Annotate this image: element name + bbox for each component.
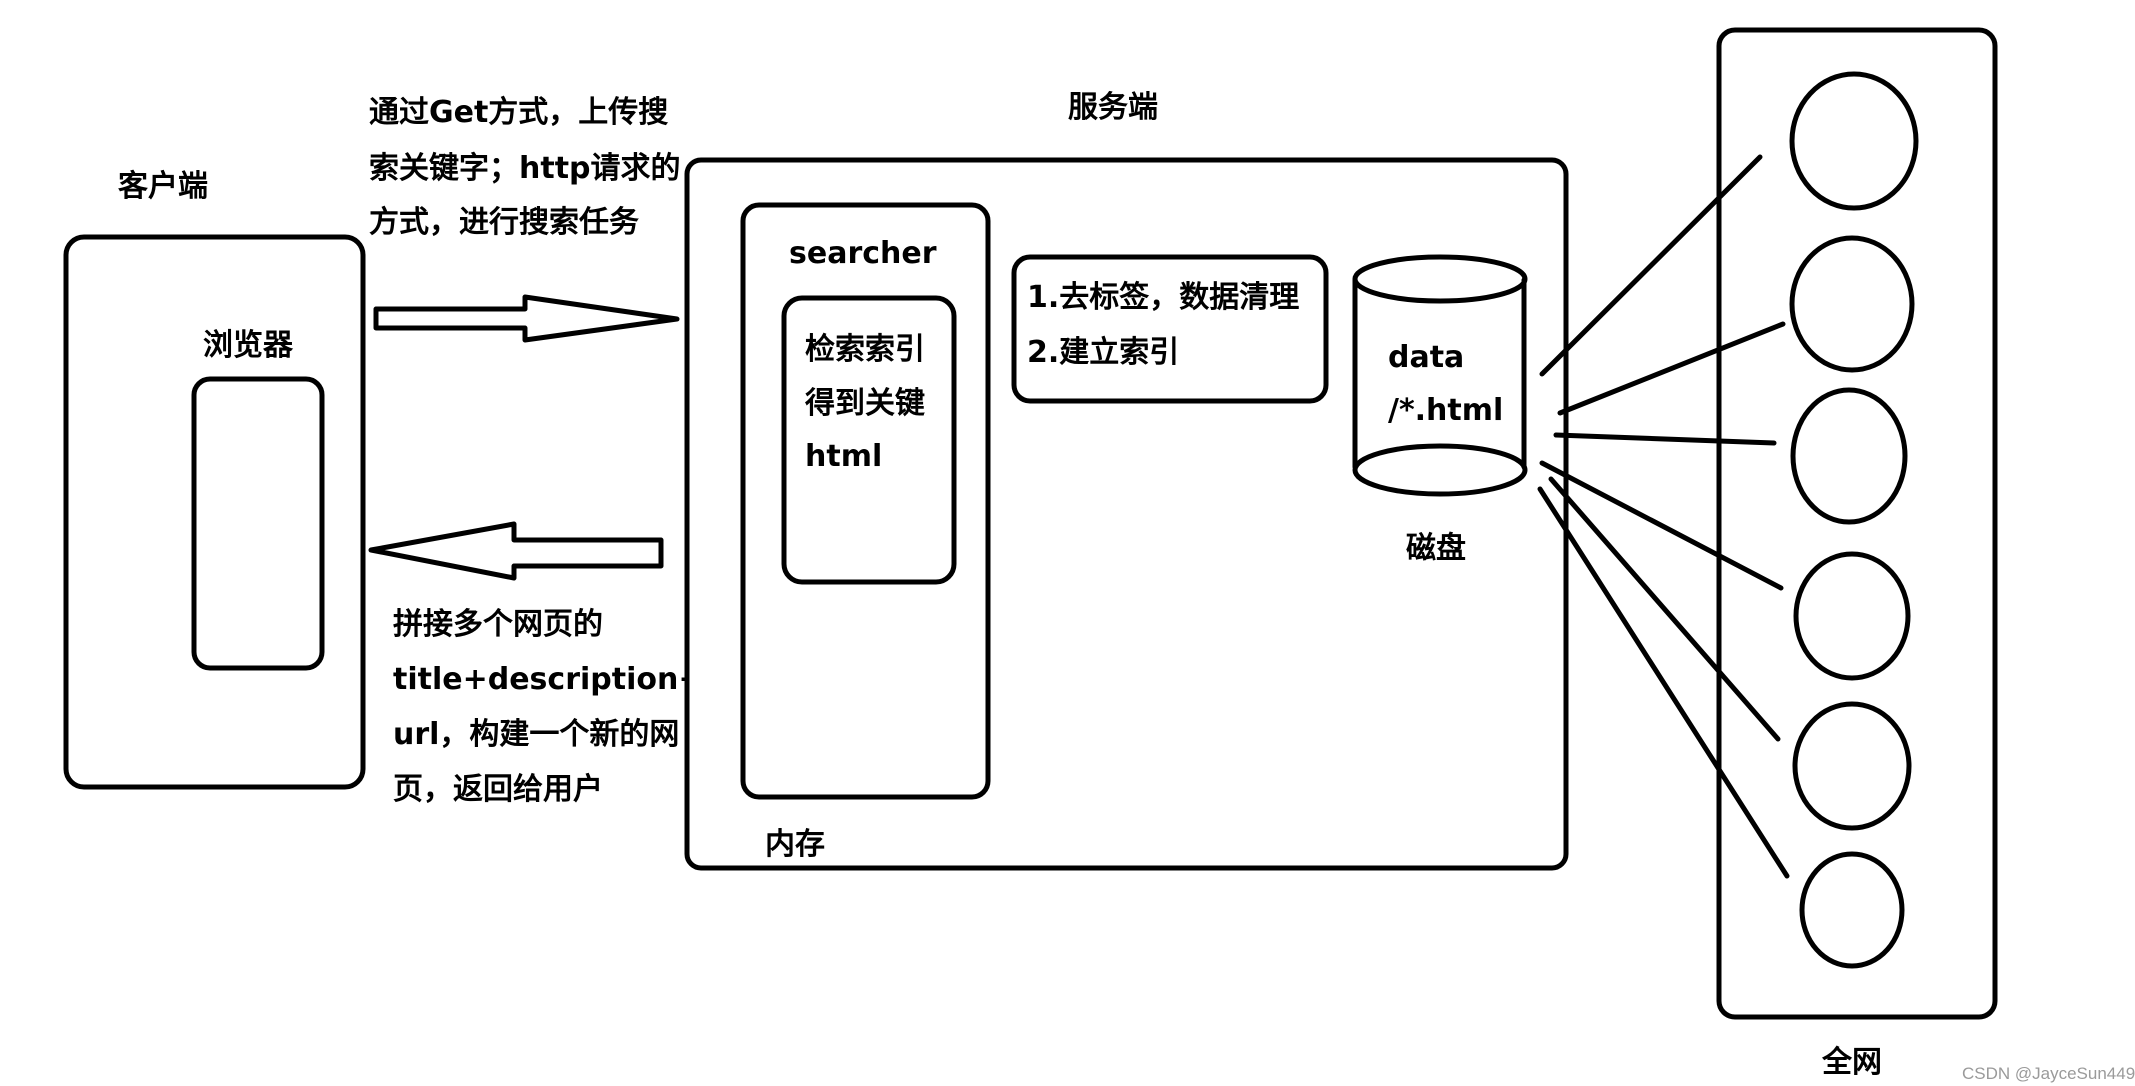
retrieval-line-3: html <box>805 439 882 474</box>
searcher-title: searcher <box>789 236 937 271</box>
request-line-2: 索关键字；http请求的 <box>369 151 681 186</box>
web-node <box>1793 551 1911 681</box>
request-text: 通过Get方式，上传搜 索关键字；http请求的 方式，进行搜索任务 <box>369 95 681 240</box>
web-node <box>1799 851 1905 969</box>
web-nodes <box>1789 71 1919 969</box>
retrieval-line-1: 检索索引 <box>805 332 925 367</box>
crawl-lines <box>1537 154 1790 879</box>
crawl-line <box>1548 476 1781 742</box>
web-node <box>1789 235 1915 373</box>
disk-line-2: /*.html <box>1388 393 1503 428</box>
crawl-line <box>1539 460 1784 591</box>
response-line-2: title+description+ <box>393 662 703 697</box>
web-node <box>1789 71 1919 211</box>
browser-label: 浏览器 <box>203 328 294 363</box>
request-line-1: 通过Get方式，上传搜 <box>369 95 668 130</box>
response-line-1: 拼接多个网页的 <box>393 607 603 642</box>
architecture-diagram: 客户端 浏览器 通过Get方式，上传搜 索关键字；http请求的 方式，进行搜索… <box>63 27 2135 1083</box>
crawl-line <box>1537 486 1790 879</box>
crawl-line <box>1539 154 1763 377</box>
browser-box <box>191 376 325 671</box>
response-text: 拼接多个网页的 title+description+ url，构建一个新的网 页… <box>393 607 703 807</box>
process-line-2: 2.建立索引 <box>1027 335 1179 370</box>
web-node <box>1790 387 1908 525</box>
response-arrow <box>368 521 664 581</box>
retrieval-line-2: 得到关键 <box>804 386 925 421</box>
response-line-4: 页，返回给用户 <box>393 772 603 807</box>
server-label: 服务端 <box>1068 90 1158 125</box>
disk-label: 磁盘 <box>1406 531 1466 566</box>
crawl-line <box>1557 321 1786 416</box>
web-node <box>1792 701 1912 831</box>
process-box <box>1011 254 1329 404</box>
watermark: CSDN @JayceSun449 <box>1962 1064 2135 1083</box>
process-line-1: 1.去标签，数据清理 <box>1027 280 1299 315</box>
memory-label: 内存 <box>765 827 825 862</box>
client-label: 客户端 <box>118 169 208 204</box>
crawl-line <box>1553 432 1777 446</box>
disk-line-1: data <box>1388 340 1464 375</box>
request-arrow <box>373 294 680 343</box>
response-line-3: url，构建一个新的网 <box>393 717 679 752</box>
request-line-3: 方式，进行搜索任务 <box>369 205 639 240</box>
web-label: 全网 <box>1821 1045 1882 1080</box>
